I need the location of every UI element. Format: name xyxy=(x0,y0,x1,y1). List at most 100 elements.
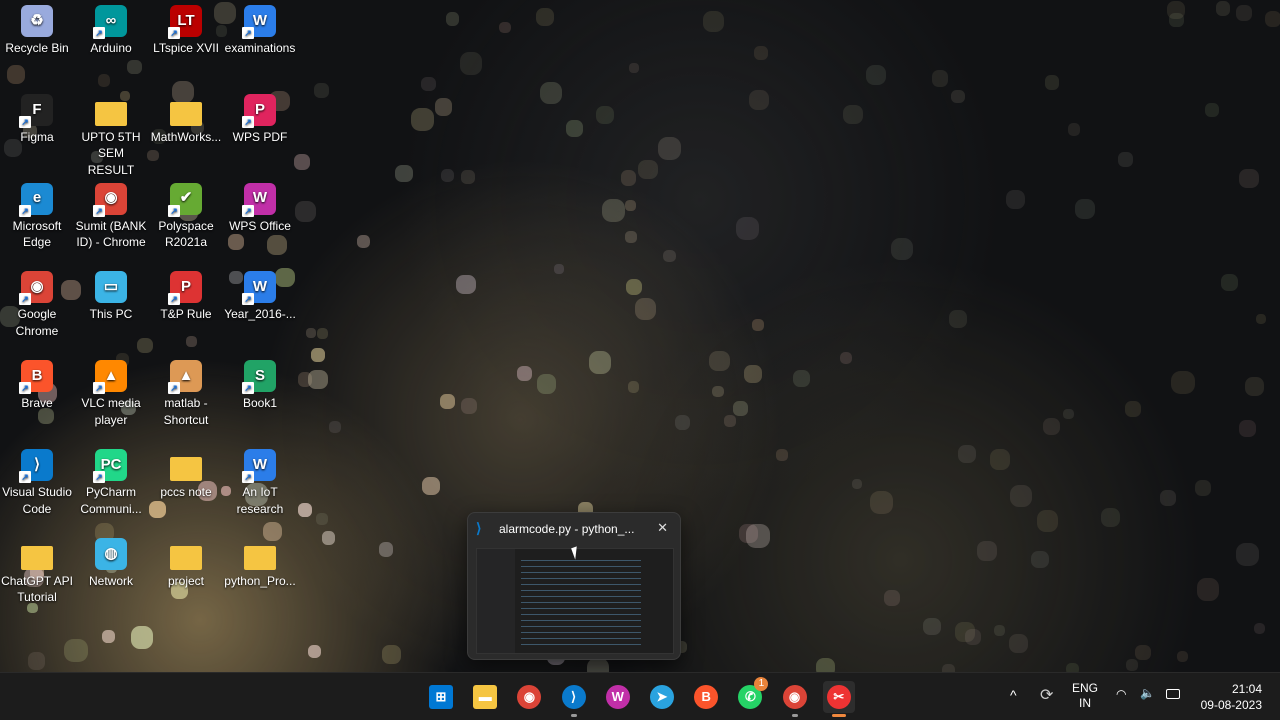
taskbar-telegram-button[interactable]: ➤ xyxy=(646,681,678,713)
desktop-icon[interactable]: W ↗ WPS Office xyxy=(223,182,297,235)
bokeh-light xyxy=(27,652,45,670)
shortcut-arrow-icon: ↗ xyxy=(93,471,105,483)
bokeh-light xyxy=(890,238,914,261)
bokeh-light xyxy=(294,153,311,170)
taskbar-chrome-profile-button[interactable]: ◉ xyxy=(779,681,811,717)
bokeh-light xyxy=(1170,370,1195,395)
bokeh-light xyxy=(745,524,770,548)
desktop-icon[interactable]: MathWorks... xyxy=(149,94,223,146)
taskbar-whatsapp-button[interactable]: ✆ 1 xyxy=(734,677,769,713)
bokeh-light xyxy=(440,168,455,182)
vscode-icon: ⟩ xyxy=(561,685,586,709)
desktop-icon-label: T&P Rule xyxy=(160,307,212,322)
clock[interactable]: 21:04 09-08-2023 xyxy=(1194,681,1262,713)
desktop-icon[interactable]: UPTO 5TH SEM RESULT xyxy=(74,94,148,179)
desktop-icon-label: LTspice XVII xyxy=(153,41,219,55)
bokeh-light xyxy=(378,541,394,557)
desktop-icon[interactable]: ◉ ↗ Google Chrome xyxy=(0,271,74,339)
battery-icon[interactable] xyxy=(1166,689,1180,699)
bokeh-light xyxy=(753,46,768,61)
bokeh-light xyxy=(553,263,564,275)
desktop-icon[interactable]: W ↗ examinations xyxy=(223,5,297,57)
bokeh-light xyxy=(792,370,810,388)
bokeh-light xyxy=(1236,543,1260,567)
shortcut-arrow-icon: ↗ xyxy=(19,115,31,128)
bokeh-light xyxy=(1196,578,1220,601)
desktop-icon[interactable]: ▭ This PC xyxy=(74,271,148,323)
bokeh-light xyxy=(1264,10,1280,28)
desktop-icon[interactable]: F ↗ Figma xyxy=(0,93,74,146)
app-icon: ◉ ↗ xyxy=(19,271,53,306)
bokeh-light xyxy=(949,310,967,328)
desktop-icon[interactable]: ♻ Recycle Bin xyxy=(0,5,74,57)
volume-icon[interactable]: 🔈 xyxy=(1140,686,1155,700)
desktop-icon[interactable]: pccs note xyxy=(149,449,223,501)
bokeh-light xyxy=(595,105,615,125)
desktop-icon[interactable]: project xyxy=(149,538,223,590)
taskbar-wps-office-button[interactable]: W xyxy=(602,681,634,713)
shortcut-arrow-icon: ↗ xyxy=(168,204,180,217)
lang-code: ENG xyxy=(1072,681,1099,695)
sync-icon[interactable]: ⟳ xyxy=(1040,685,1053,705)
desktop-icon-label: Visual Studio Code xyxy=(2,485,72,516)
desktop-icon[interactable]: W ↗ An IoT research xyxy=(223,449,297,517)
app-icon: W ↗ xyxy=(242,449,276,483)
bokeh-light xyxy=(1135,644,1151,660)
running-indicator xyxy=(831,714,846,717)
show-hidden-icons-chevron[interactable]: ^ xyxy=(1010,687,1017,703)
bokeh-light xyxy=(321,531,336,545)
app-icon: W ↗ xyxy=(242,182,276,217)
desktop-icon-label: PyCharm Communi... xyxy=(80,485,142,516)
language-indicator[interactable]: ENG IN xyxy=(1072,681,1098,711)
app-icon: ♻ xyxy=(21,5,53,37)
bokeh-light xyxy=(307,645,322,659)
lang-region: IN xyxy=(1079,696,1091,710)
desktop-icon-label: Figma xyxy=(20,129,54,144)
taskbar-window-preview[interactable]: ⟩ alarmcode.py - python_... ✕ xyxy=(467,512,681,660)
bokeh-light xyxy=(1063,408,1074,419)
desktop-icon[interactable]: ▲ ↗ VLC media player xyxy=(74,360,148,428)
app-icon: ▭ xyxy=(95,271,127,304)
bokeh-light xyxy=(1239,419,1256,437)
desktop-icon[interactable]: W ↗ Year_2016-... xyxy=(223,271,297,323)
close-icon[interactable]: ✕ xyxy=(657,520,668,536)
taskbar-brave-button[interactable]: B xyxy=(690,681,722,713)
desktop-icon[interactable]: python_Pro... xyxy=(223,538,297,590)
app-icon: LT ↗ xyxy=(168,5,202,39)
desktop-icon[interactable]: P ↗ T&P Rule xyxy=(149,271,223,323)
window-thumbnail[interactable] xyxy=(476,548,674,654)
desktop-icon[interactable]: LT ↗ LTspice XVII xyxy=(149,5,223,57)
folder-icon xyxy=(170,457,202,481)
preview-title: alarmcode.py - python_... xyxy=(499,522,635,536)
desktop-icon[interactable]: e ↗ Microsoft Edge xyxy=(0,182,74,251)
bokeh-light xyxy=(843,104,863,125)
taskbar-file-explorer-button[interactable]: ▬ xyxy=(469,681,501,713)
desktop-icon[interactable]: S ↗ Book1 xyxy=(223,360,297,412)
bokeh-light xyxy=(1215,1,1231,16)
taskbar-start-button[interactable]: ⊞ xyxy=(425,681,457,713)
bokeh-light xyxy=(625,231,637,243)
desktop-icon[interactable]: ▲ ↗ matlab - Shortcut xyxy=(149,360,223,428)
bokeh-light xyxy=(852,479,863,490)
desktop-icon[interactable]: B ↗ Brave xyxy=(0,360,74,412)
desktop-icon[interactable]: P ↗ WPS PDF xyxy=(223,93,297,146)
shortcut-arrow-icon: ↗ xyxy=(242,293,254,306)
desktop-icon[interactable]: ChatGPT API Tutorial xyxy=(0,538,74,606)
desktop-icon[interactable]: ⟩ ↗ Visual Studio Code xyxy=(0,449,74,517)
desktop-icon[interactable]: ∞ ↗ Arduino xyxy=(74,5,148,57)
shortcut-arrow-icon: ↗ xyxy=(242,382,254,395)
desktop-icon[interactable]: ✔ ↗ Polyspace R2021a xyxy=(149,182,223,251)
taskbar-chrome-button[interactable]: ◉ xyxy=(513,681,545,713)
taskbar-snipping-tool-button[interactable]: ✂ xyxy=(822,681,855,717)
bokeh-light xyxy=(712,385,724,398)
desktop-icon-label: ChatGPT API Tutorial xyxy=(1,573,73,605)
folder-icon xyxy=(170,545,202,570)
desktop-icon[interactable]: ◍ Network xyxy=(74,537,148,590)
taskbar-vscode-button[interactable]: ⟩ xyxy=(558,681,590,717)
bokeh-light xyxy=(395,165,413,183)
desktop-icon[interactable]: PC ↗ PyCharm Communi... xyxy=(74,449,148,517)
wifi-icon[interactable]: ◠ xyxy=(1116,687,1126,701)
bokeh-light xyxy=(297,371,313,387)
bokeh-light xyxy=(357,234,371,248)
desktop-icon[interactable]: ◉ ↗ Sumit (BANK ID) - Chrome xyxy=(74,182,148,251)
